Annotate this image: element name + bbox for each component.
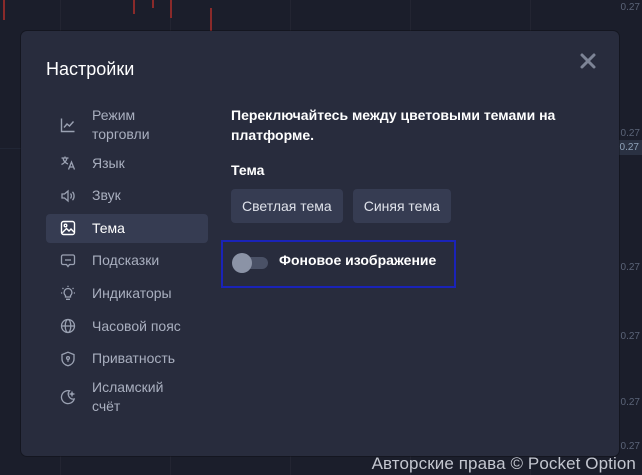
nav-item-label: Подсказки bbox=[92, 252, 160, 269]
nav-item-label: Режим торговли bbox=[92, 107, 150, 142]
toggle-knob bbox=[232, 253, 252, 273]
nav-item-privacy[interactable]: Приватность bbox=[46, 344, 208, 373]
modal-title: Настройки bbox=[46, 59, 135, 79]
close-button[interactable] bbox=[578, 51, 598, 71]
nav-item-islamic-account[interactable]: Исламский счёт bbox=[46, 377, 208, 417]
close-icon bbox=[580, 53, 596, 69]
nav-item-trading-mode[interactable]: Режим торговли bbox=[46, 105, 208, 145]
theme-button-group: Светлая тема Синяя тема bbox=[231, 189, 591, 223]
nav-item-hints[interactable]: Подсказки bbox=[46, 246, 208, 275]
background-image-toggle[interactable] bbox=[232, 253, 270, 273]
price-tick: 0.27 bbox=[620, 397, 640, 408]
light-theme-button[interactable]: Светлая тема bbox=[231, 189, 343, 223]
theme-description: Переключайтесь между цветовыми темами на… bbox=[231, 107, 556, 143]
settings-nav: Режим торговли Язык Звук Тема Подсказки bbox=[46, 105, 208, 420]
price-tick: 0.27 bbox=[620, 441, 640, 452]
translate-icon bbox=[60, 155, 76, 171]
chart-line-icon bbox=[60, 117, 76, 133]
nav-item-label: Часовой пояс bbox=[92, 317, 181, 334]
speaker-icon bbox=[60, 188, 76, 204]
nav-item-label: Исламский счёт bbox=[92, 378, 164, 414]
nav-item-timezone[interactable]: Часовой пояс bbox=[46, 312, 208, 341]
background-image-toggle-row[interactable]: Фоновое изображение bbox=[221, 240, 456, 288]
blue-theme-button[interactable]: Синяя тема bbox=[352, 189, 451, 223]
nav-item-label: Язык bbox=[92, 154, 125, 171]
background-image-label: Фоновое изображение bbox=[279, 252, 437, 268]
nav-item-sound[interactable]: Звук bbox=[46, 181, 208, 210]
price-tick: 0.27 bbox=[620, 331, 640, 342]
shield-icon bbox=[60, 351, 76, 367]
nav-item-label: Тема bbox=[92, 219, 125, 236]
settings-modal: Настройки Режим торговли Язык Звук Тема … bbox=[21, 31, 619, 456]
copyright-watermark: Авторские права © Pocket Option bbox=[371, 454, 636, 473]
nav-item-label: Приватность bbox=[92, 350, 176, 367]
theme-section-label: Тема bbox=[231, 162, 265, 178]
tooltip-icon bbox=[60, 253, 76, 269]
nav-item-theme[interactable]: Тема bbox=[46, 213, 208, 243]
lightbulb-icon bbox=[60, 285, 76, 301]
price-tick: 0.27 bbox=[620, 262, 640, 273]
nav-item-label: Индикаторы bbox=[92, 284, 172, 301]
current-price-badge: 0.27 bbox=[616, 140, 642, 155]
nav-item-language[interactable]: Язык bbox=[46, 149, 208, 178]
price-tick: 0.27 bbox=[620, 2, 640, 13]
price-tick: 0.27 bbox=[620, 128, 640, 139]
globe-icon bbox=[60, 318, 76, 334]
nav-item-label: Звук bbox=[92, 187, 121, 204]
nav-item-indicators[interactable]: Индикаторы bbox=[46, 279, 208, 308]
crescent-moon-icon bbox=[60, 389, 76, 405]
theme-settings-panel: Переключайтесь между цветовыми темами на… bbox=[231, 105, 591, 223]
image-icon bbox=[60, 220, 76, 236]
